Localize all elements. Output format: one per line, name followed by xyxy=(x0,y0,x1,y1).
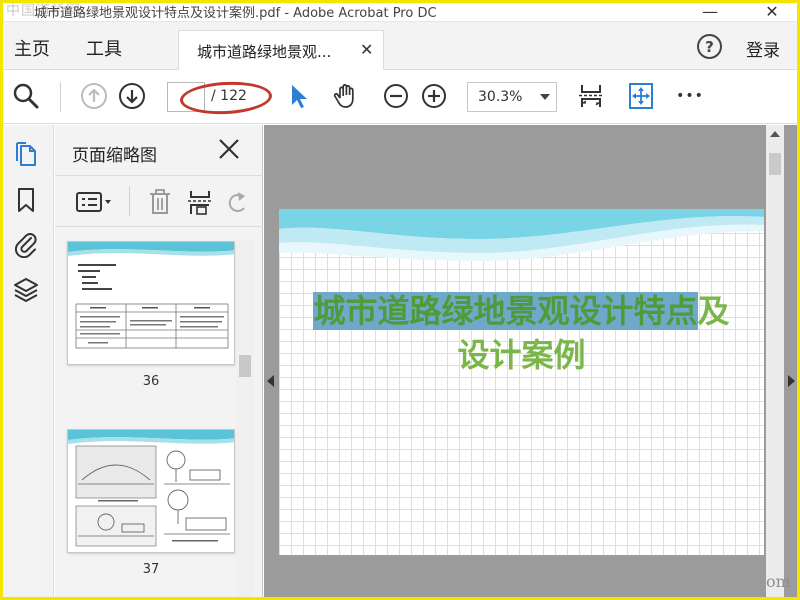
document-page[interactable]: 城市道路绿地景观设计特点及 设计案例 xyxy=(279,209,764,555)
menu-tools[interactable]: 工具 xyxy=(86,35,122,61)
document-scrollbar[interactable] xyxy=(766,125,784,600)
next-page-icon[interactable] xyxy=(116,80,148,112)
zoom-out-icon[interactable] xyxy=(380,80,412,112)
thumbnail-page-number: 37 xyxy=(142,562,160,577)
navigation-rail xyxy=(0,125,54,600)
page-thumbnails-icon[interactable] xyxy=(9,137,43,171)
highlighted-title-text: 城市道路绿地景观设计特点 xyxy=(313,292,698,330)
thumbnail-page-37[interactable] xyxy=(67,429,235,553)
collapse-panel-arrow-icon[interactable] xyxy=(267,375,274,387)
rotate-icon[interactable] xyxy=(223,188,253,216)
zoom-in-icon[interactable] xyxy=(418,80,450,112)
close-icon[interactable] xyxy=(215,135,243,163)
document-tab[interactable]: 城市道路绿地景观... ✕ xyxy=(178,30,384,70)
bookmark-icon[interactable] xyxy=(9,183,43,217)
thumbnail-scrollbar[interactable] xyxy=(236,239,254,600)
slide-header-wave xyxy=(279,209,764,261)
document-scrollbar-thumb[interactable] xyxy=(769,153,781,175)
login-button[interactable]: 登录 xyxy=(746,36,780,61)
layers-icon[interactable] xyxy=(9,273,43,307)
select-cursor-icon[interactable] xyxy=(282,80,314,112)
document-tab-label: 城市道路绿地景观... xyxy=(197,43,332,61)
zoom-value: 30.3% xyxy=(478,89,523,105)
document-view[interactable]: 城市道路绿地景观设计特点及 设计案例 xyxy=(264,125,800,600)
menu-bar: 主页 工具 城市道路绿地景观... ✕ ? 登录 xyxy=(0,22,800,70)
minimize-button[interactable]: — xyxy=(690,0,730,22)
slide-title-line2: 设计案例 xyxy=(457,336,586,374)
toolbar: / 122 30.3% ••• xyxy=(0,70,800,124)
window-close-button[interactable]: ✕ xyxy=(752,0,792,22)
more-tools-icon[interactable]: ••• xyxy=(674,80,706,112)
hand-tool-icon[interactable] xyxy=(330,80,362,112)
thumbnail-scrollbar-thumb[interactable] xyxy=(239,355,251,377)
fit-page-icon[interactable] xyxy=(575,80,607,112)
full-screen-icon[interactable] xyxy=(625,80,657,112)
trash-icon[interactable] xyxy=(145,188,175,216)
menu-home[interactable]: 主页 xyxy=(14,35,50,61)
insert-page-icon[interactable] xyxy=(185,188,215,216)
scroll-up-icon[interactable] xyxy=(770,131,780,137)
title-text-rest: 及 xyxy=(697,292,730,330)
thumbnail-toolbar xyxy=(55,175,263,227)
help-icon[interactable]: ? xyxy=(697,34,722,59)
expand-panel-arrow-icon[interactable] xyxy=(788,375,795,387)
corner-watermark: om xyxy=(766,572,791,591)
thumbnail-panel-title: 页面缩略图 xyxy=(72,146,157,166)
zoom-select[interactable]: 30.3% xyxy=(467,82,557,112)
attachment-icon[interactable] xyxy=(9,227,43,261)
thumbnail-options-icon[interactable] xyxy=(75,188,115,216)
window-title: 城市道路绿地景观设计特点及设计案例.pdf - Adobe Acrobat Pr… xyxy=(34,6,437,21)
slide-title: 城市道路绿地景观设计特点及 设计案例 xyxy=(279,289,764,377)
tab-close-button[interactable]: ✕ xyxy=(360,40,373,59)
search-icon[interactable] xyxy=(10,80,42,112)
thumbnail-toolbar-divider xyxy=(129,186,130,216)
toolbar-divider xyxy=(60,82,61,112)
title-bar: 中国道桥网 城市道路绿地景观设计特点及设计案例.pdf - Adobe Acro… xyxy=(0,0,800,22)
thumbnail-page-36[interactable] xyxy=(67,241,235,365)
previous-page-icon[interactable] xyxy=(78,80,110,112)
thumbnail-panel: 页面缩略图 36 37 xyxy=(55,125,263,600)
chevron-down-icon xyxy=(540,94,550,100)
thumbnail-page-number: 36 xyxy=(142,374,160,389)
